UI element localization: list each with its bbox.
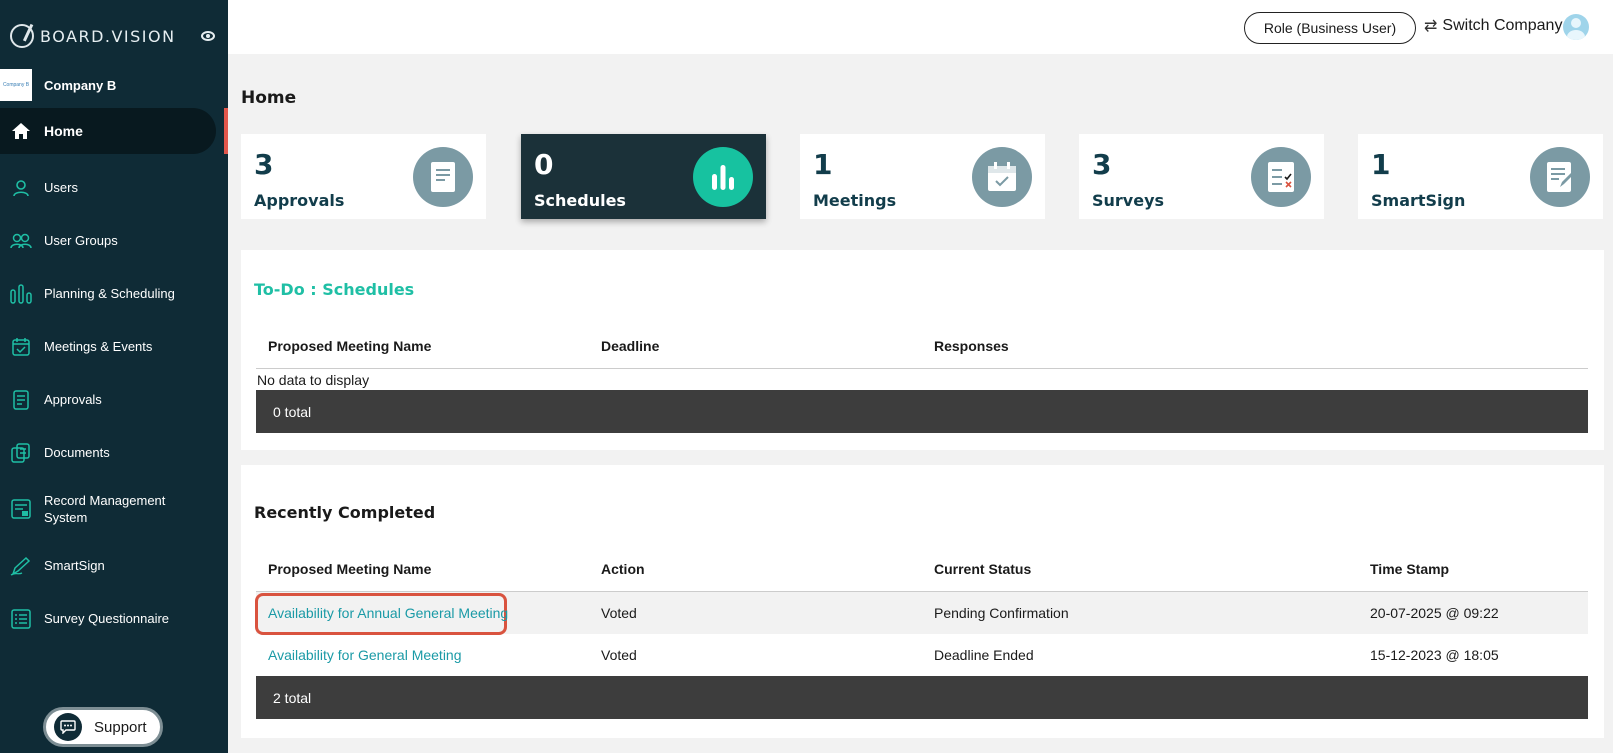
sidebar-item-record-management[interactable]: Record Management System — [0, 479, 228, 539]
bar-chart-icon — [693, 147, 753, 207]
role-button[interactable]: Role (Business User) — [1244, 12, 1416, 44]
sidebar-item-home[interactable]: Home — [0, 108, 228, 154]
card-label: Surveys — [1092, 191, 1165, 210]
todo-table: Proposed Meeting Name Deadline Responses… — [256, 330, 1588, 440]
switch-company-button[interactable]: ⇄ Switch Company — [1424, 16, 1562, 36]
documents-icon — [10, 442, 32, 464]
sidebar-item-label: Survey Questionnaire — [44, 611, 170, 626]
sidebar-item-label: Record Management System — [44, 493, 166, 525]
surveys-card[interactable]: 3 Surveys — [1079, 134, 1324, 219]
column-header[interactable]: Action — [601, 561, 645, 577]
table-footer: 0 total — [256, 390, 1588, 433]
action-cell: Voted — [601, 605, 637, 621]
avatar[interactable] — [1563, 14, 1589, 40]
brand-name: BOARD.VISION — [40, 26, 176, 46]
brand-logo[interactable]: BOARD.VISION — [10, 24, 176, 48]
sidebar-item-label: SmartSign — [44, 558, 105, 573]
column-header[interactable]: Time Stamp — [1370, 561, 1449, 577]
meeting-name-link[interactable]: Availability for Annual General Meeting — [268, 605, 508, 621]
company-selector[interactable]: Company B Company B — [0, 68, 228, 102]
card-label: Meetings — [813, 191, 897, 210]
sidebar-item-users[interactable]: Users — [0, 161, 228, 214]
column-header[interactable]: Proposed Meeting Name — [268, 561, 431, 577]
total-count: 2 total — [273, 689, 312, 706]
active-indicator — [224, 108, 228, 154]
company-logo: Company B — [0, 69, 32, 101]
column-header[interactable]: Deadline — [601, 338, 659, 354]
card-label: Approvals — [254, 191, 345, 210]
company-name: Company B — [44, 77, 117, 93]
support-button[interactable]: Support — [43, 707, 163, 747]
schedules-card[interactable]: 0 Schedules — [521, 134, 766, 219]
total-count: 0 total — [273, 403, 312, 420]
card-label: Schedules — [534, 191, 626, 210]
sidebar-item-approvals[interactable]: Approvals — [0, 373, 228, 426]
sign-document-icon — [1530, 147, 1590, 207]
sidebar-item-label: Home — [44, 122, 83, 139]
document-icon — [413, 147, 473, 207]
sidebar-item-label: Meetings & Events — [44, 339, 153, 354]
sidebar-item-meetings-events[interactable]: Meetings & Events — [0, 320, 228, 373]
survey-icon — [1251, 147, 1311, 207]
document-icon — [10, 389, 32, 411]
card-count: 3 — [1092, 148, 1112, 181]
sidebar-item-smartsign[interactable]: SmartSign — [0, 539, 228, 592]
timestamp-cell: 15-12-2023 @ 18:05 — [1370, 647, 1499, 663]
survey-icon — [10, 608, 32, 630]
table-footer: 2 total — [256, 676, 1588, 719]
status-cell: Deadline Ended — [934, 647, 1034, 663]
sidebar-item-label: Documents — [44, 445, 110, 460]
sidebar-item-survey-questionnaire[interactable]: Survey Questionnaire — [0, 592, 228, 645]
home-icon — [10, 120, 32, 142]
todo-panel: To-Do : Schedules Proposed Meeting Name … — [241, 250, 1604, 450]
user-group-icon — [10, 230, 32, 252]
user-icon — [10, 177, 32, 199]
meetings-card[interactable]: 1 Meetings — [800, 134, 1045, 219]
calendar-check-icon — [10, 336, 32, 358]
column-header[interactable]: Responses — [934, 338, 1009, 354]
sidebar-item-planning-scheduling[interactable]: Planning & Scheduling — [0, 267, 228, 320]
completed-table: Proposed Meeting Name Action Current Sta… — [255, 553, 1588, 733]
timestamp-cell: 20-07-2025 @ 09:22 — [1370, 605, 1499, 621]
logo-icon — [10, 24, 34, 48]
card-count: 1 — [1371, 148, 1391, 181]
sidebar-item-label: Planning & Scheduling — [44, 286, 175, 301]
card-count: 3 — [254, 148, 274, 181]
sidebar: BOARD.VISION Company B Company B Home Us… — [0, 0, 228, 753]
sidebar-item-label: Approvals — [44, 392, 102, 407]
column-header[interactable]: Current Status — [934, 561, 1031, 577]
card-label: SmartSign — [1371, 191, 1466, 210]
bars-icon — [10, 283, 32, 305]
card-count: 0 — [534, 148, 554, 181]
recently-completed-panel: Recently Completed Proposed Meeting Name… — [241, 465, 1604, 738]
pen-icon — [10, 555, 32, 577]
status-cell: Pending Confirmation — [934, 605, 1069, 621]
table-row[interactable]: Availability for General Meeting Voted D… — [256, 634, 1588, 676]
switch-company-label: Switch Company — [1442, 17, 1563, 34]
card-count: 1 — [813, 148, 833, 181]
column-header[interactable]: Proposed Meeting Name — [268, 338, 431, 354]
support-label: Support — [94, 718, 147, 736]
chat-icon — [54, 713, 82, 741]
action-cell: Voted — [601, 647, 637, 663]
meeting-name-link[interactable]: Availability for General Meeting — [268, 647, 462, 663]
smartsign-card[interactable]: 1 SmartSign — [1358, 134, 1603, 219]
record-icon — [10, 498, 32, 520]
sidebar-nav: Home Users User Groups Planning & Schedu… — [0, 108, 228, 645]
sidebar-item-label: Users — [44, 180, 78, 195]
calendar-icon — [972, 147, 1032, 207]
header-divider — [256, 368, 1588, 369]
sidebar-item-documents[interactable]: Documents — [0, 426, 228, 479]
approvals-card[interactable]: 3 Approvals — [241, 134, 486, 219]
empty-message: No data to display — [257, 372, 370, 388]
table-row[interactable]: Availability for Annual General Meeting … — [255, 592, 1588, 635]
page-title: Home — [241, 88, 297, 108]
sidebar-item-label: User Groups — [44, 233, 118, 248]
recently-completed-title: Recently Completed — [254, 503, 436, 522]
sidebar-item-user-groups[interactable]: User Groups — [0, 214, 228, 267]
todo-title: To-Do : Schedules — [254, 280, 415, 299]
toggle-view-icon[interactable] — [201, 31, 215, 41]
switch-icon: ⇄ — [1424, 18, 1438, 35]
